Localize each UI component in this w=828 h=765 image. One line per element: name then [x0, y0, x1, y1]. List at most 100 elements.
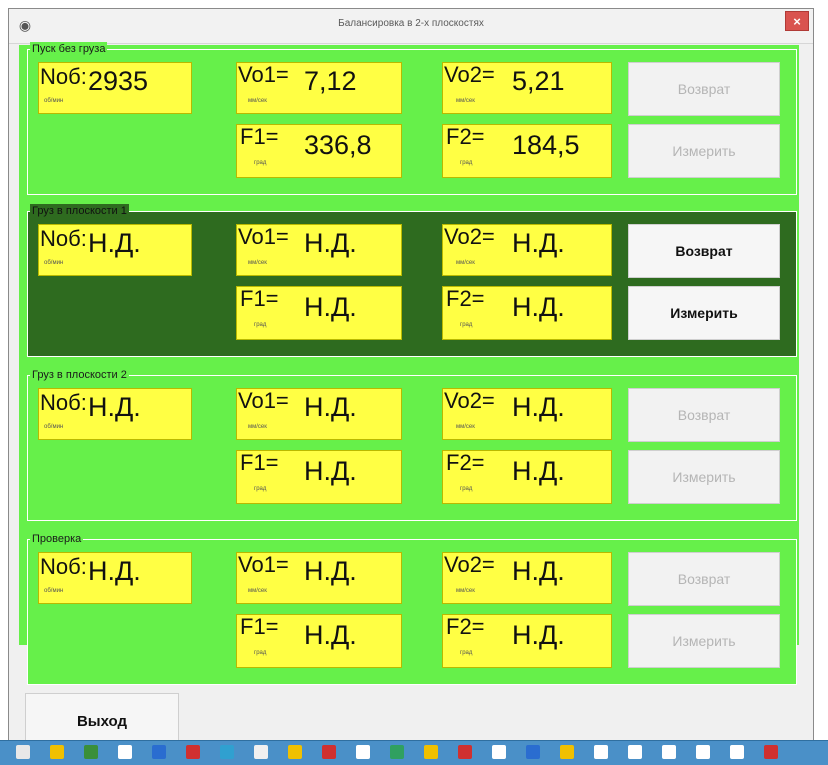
- nob-label: Nоб:: [40, 390, 87, 415]
- f1-label: F1=: [240, 286, 279, 311]
- group-1: Пуск без груза Nоб: об/мин 2935 Vo1= мм/сек 7,…: [27, 42, 797, 195]
- f2-unit: град: [460, 322, 473, 328]
- nob-value: Н.Д.: [88, 556, 141, 586]
- f1-value: Н.Д.: [304, 620, 357, 650]
- nob-unit: об/мин: [44, 98, 64, 104]
- vo2-label: Vo2=: [444, 388, 495, 413]
- taskbar-app-icon[interactable]: [492, 745, 506, 759]
- vo2-unit: мм/сек: [456, 588, 475, 594]
- taskbar-app-icon[interactable]: [186, 745, 200, 759]
- taskbar-app-icon[interactable]: [288, 745, 302, 759]
- measure-button[interactable]: Измерить: [628, 450, 780, 504]
- taskbar-app-icon[interactable]: [594, 745, 608, 759]
- taskbar-app-icon[interactable]: [458, 745, 472, 759]
- taskbar-app-icon[interactable]: [628, 745, 642, 759]
- vo1-value: Н.Д.: [304, 228, 357, 258]
- f1-unit: град: [254, 160, 267, 166]
- measure-button[interactable]: Измерить: [628, 286, 780, 340]
- return-button[interactable]: Возврат: [628, 224, 780, 278]
- balancing-window: ◉ Балансировка в 2-х плоскостях × Пуск б…: [8, 8, 814, 756]
- nob-value: Н.Д.: [88, 392, 141, 422]
- taskbar: [0, 740, 828, 765]
- taskbar-app-icon[interactable]: [254, 745, 268, 759]
- return-button[interactable]: Возврат: [628, 62, 780, 116]
- f2-value: 184,5: [512, 130, 580, 160]
- vo2-value: Н.Д.: [512, 556, 565, 586]
- vo1-unit: мм/сек: [248, 424, 267, 430]
- nob-unit: об/мин: [44, 424, 64, 430]
- vo1-unit: мм/сек: [248, 260, 267, 266]
- f1-label: F1=: [240, 450, 279, 475]
- f1-label: F1=: [240, 614, 279, 639]
- taskbar-app-icon[interactable]: [560, 745, 574, 759]
- taskbar-app-icon[interactable]: [152, 745, 166, 759]
- group-4: Проверка Nоб: об/мин Н.Д. Vo1= мм/сек Н.Д. Vo2=…: [27, 532, 797, 685]
- taskbar-app-icon[interactable]: [424, 745, 438, 759]
- group-title: Проверка: [30, 532, 84, 546]
- f1-value: 336,8: [304, 130, 372, 160]
- taskbar-app-icon[interactable]: [696, 745, 710, 759]
- vo1-unit: мм/сек: [248, 98, 267, 104]
- vo1-value: 7,12: [304, 66, 357, 96]
- f2-label: F2=: [446, 286, 485, 311]
- measure-button[interactable]: Измерить: [628, 614, 780, 668]
- f1-unit: град: [254, 322, 267, 328]
- vo1-label: Vo1=: [238, 388, 289, 413]
- vo2-label: Vo2=: [444, 224, 495, 249]
- vo2-label: Vo2=: [444, 552, 495, 577]
- f2-unit: град: [460, 160, 473, 166]
- vo2-unit: мм/сек: [456, 260, 475, 266]
- nob-label: Nоб:: [40, 554, 87, 579]
- vo2-unit: мм/сек: [456, 98, 475, 104]
- vo1-value: Н.Д.: [304, 392, 357, 422]
- f2-label: F2=: [446, 614, 485, 639]
- vo2-value: Н.Д.: [512, 228, 565, 258]
- taskbar-app-icon[interactable]: [16, 745, 30, 759]
- taskbar-app-icon[interactable]: [220, 745, 234, 759]
- nob-unit: об/мин: [44, 588, 64, 594]
- taskbar-app-icon[interactable]: [526, 745, 540, 759]
- vo1-label: Vo1=: [238, 224, 289, 249]
- taskbar-app-icon[interactable]: [84, 745, 98, 759]
- taskbar-app-icon[interactable]: [662, 745, 676, 759]
- f2-unit: град: [460, 486, 473, 492]
- window-title: Балансировка в 2-х плоскостях: [338, 18, 484, 29]
- group-title: Груз в плоскости 1: [30, 204, 129, 218]
- nob-label: Nоб:: [40, 64, 87, 89]
- vo2-value: Н.Д.: [512, 392, 565, 422]
- return-button[interactable]: Возврат: [628, 388, 780, 442]
- vo2-value: 5,21: [512, 66, 565, 96]
- taskbar-app-icon[interactable]: [390, 745, 404, 759]
- f2-value: Н.Д.: [512, 456, 565, 486]
- taskbar-app-icon[interactable]: [764, 745, 778, 759]
- nob-value: Н.Д.: [88, 228, 141, 258]
- nob-unit: об/мин: [44, 260, 64, 266]
- f2-value: Н.Д.: [512, 620, 565, 650]
- title-bar: ◉ Балансировка в 2-х плоскостях ×: [9, 9, 813, 44]
- vo2-unit: мм/сек: [456, 424, 475, 430]
- f1-unit: град: [254, 486, 267, 492]
- f2-value: Н.Д.: [512, 292, 565, 322]
- group-title: Пуск без груза: [30, 42, 108, 56]
- taskbar-app-icon[interactable]: [730, 745, 744, 759]
- vo1-value: Н.Д.: [304, 556, 357, 586]
- f1-label: F1=: [240, 124, 279, 149]
- nob-value: 2935: [88, 66, 149, 96]
- close-button[interactable]: ×: [785, 11, 809, 31]
- return-button[interactable]: Возврат: [628, 552, 780, 606]
- f2-label: F2=: [446, 124, 485, 149]
- group-2: Груз в плоскости 1 Nоб: об/мин Н.Д. Vo1= мм/с…: [27, 204, 797, 357]
- vo1-unit: мм/сек: [248, 588, 267, 594]
- main-panel: Пуск без груза Nоб: об/мин 2935 Vo1= мм/сек 7,…: [19, 42, 799, 685]
- vo1-label: Vo1=: [238, 62, 289, 87]
- f2-unit: град: [460, 650, 473, 656]
- vo2-label: Vo2=: [444, 62, 495, 87]
- f1-value: Н.Д.: [304, 456, 357, 486]
- measure-button[interactable]: Измерить: [628, 124, 780, 178]
- taskbar-app-icon[interactable]: [50, 745, 64, 759]
- taskbar-app-icon[interactable]: [356, 745, 370, 759]
- taskbar-app-icon[interactable]: [118, 745, 132, 759]
- group-3: Груз в плоскости 2 Nоб: об/мин Н.Д. Vo1= мм/с…: [27, 368, 797, 521]
- vo1-label: Vo1=: [238, 552, 289, 577]
- taskbar-app-icon[interactable]: [322, 745, 336, 759]
